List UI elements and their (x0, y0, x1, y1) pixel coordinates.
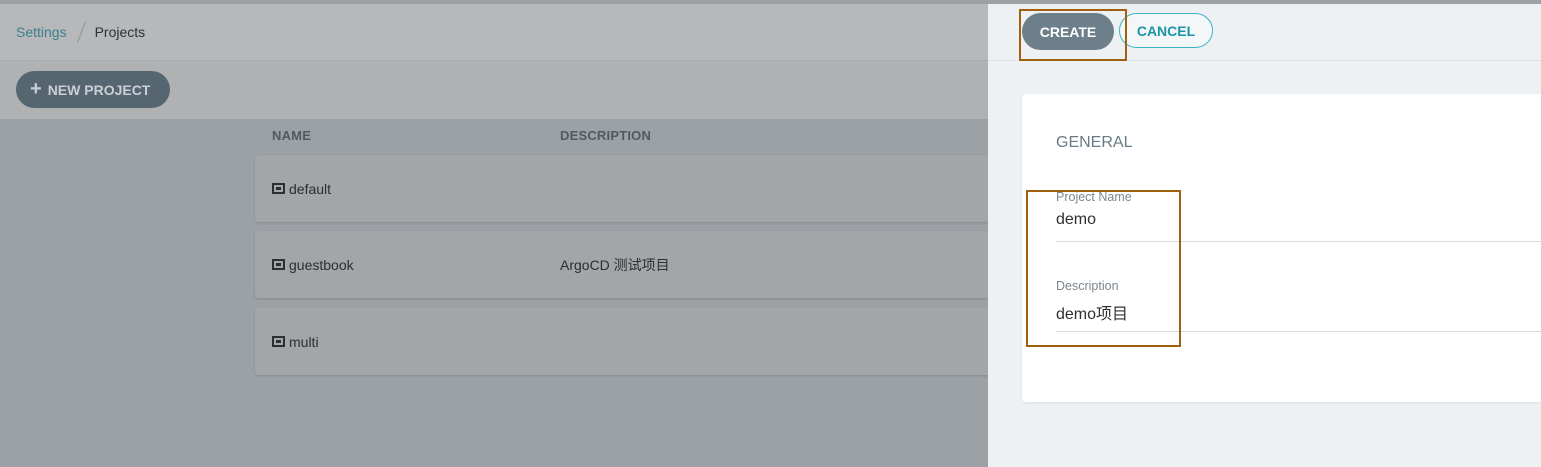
table-row[interactable]: multi (255, 308, 995, 375)
project-icon (272, 183, 285, 194)
plus-icon: + (30, 77, 42, 100)
section-title: GENERAL (1056, 134, 1133, 151)
breadcrumb-current: Projects (94, 24, 146, 40)
project-name: guestbook (289, 256, 354, 273)
cancel-button[interactable]: CANCEL (1119, 13, 1213, 48)
breadcrumb-settings-link[interactable]: Settings (16, 24, 67, 40)
project-icon (272, 336, 285, 347)
project-description: ArgoCD 测试项目 (560, 256, 670, 273)
breadcrumb: Settings Projects (16, 4, 145, 60)
action-bar: + NEW PROJECT (0, 61, 988, 119)
projects-table: NAME DESCRIPTION default guestbook ArgoC… (0, 119, 995, 467)
project-name-cell: multi (272, 308, 319, 375)
top-bar: Settings Projects (0, 4, 988, 61)
create-highlight-box (1019, 9, 1127, 61)
fields-highlight-box (1026, 190, 1181, 347)
project-name: multi (289, 333, 319, 350)
project-name-cell: guestbook (272, 231, 354, 298)
table-row[interactable]: guestbook ArgoCD 测试项目 (255, 231, 995, 298)
new-project-button[interactable]: + NEW PROJECT (16, 71, 171, 108)
column-header-description: DESCRIPTION (560, 128, 652, 143)
column-header-name: NAME (272, 128, 312, 143)
project-name: default (289, 180, 332, 197)
new-project-label: NEW PROJECT (47, 81, 151, 98)
project-name-cell: default (272, 155, 331, 222)
table-row[interactable]: default (255, 155, 995, 222)
project-icon (272, 259, 285, 270)
breadcrumb-separator (76, 21, 86, 43)
